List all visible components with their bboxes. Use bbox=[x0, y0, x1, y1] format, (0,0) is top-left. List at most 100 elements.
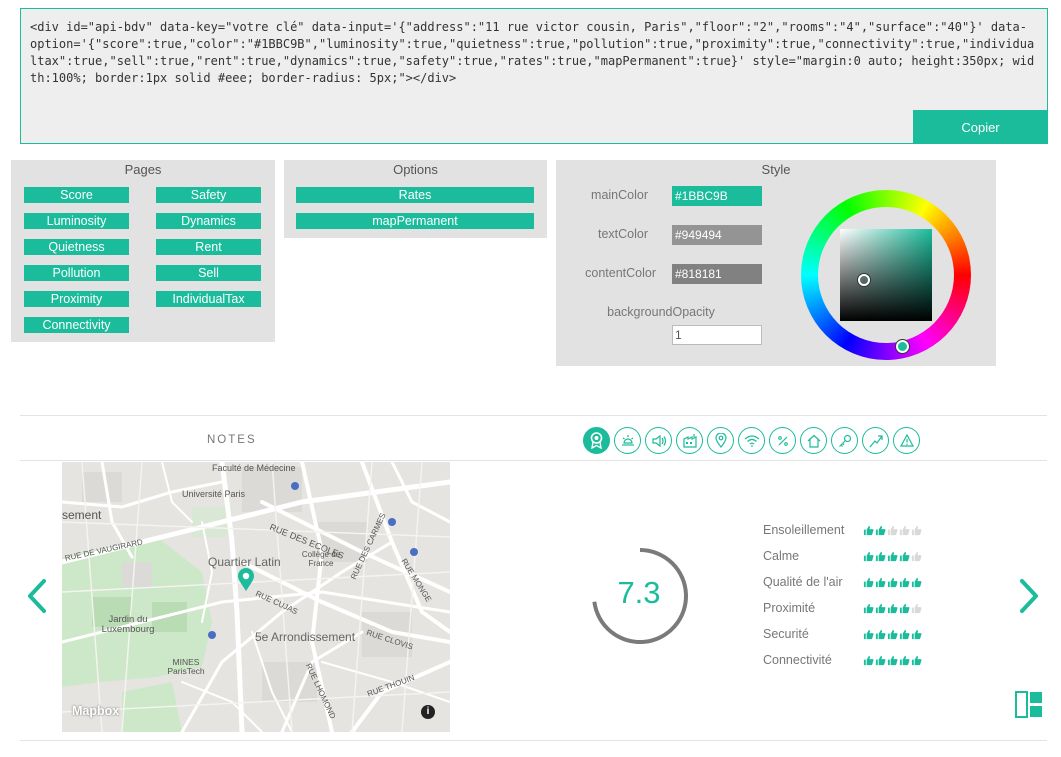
thumb-icon bbox=[887, 603, 898, 617]
next-arrow-icon[interactable] bbox=[1018, 578, 1040, 621]
content-color-label: contentColor bbox=[585, 266, 656, 280]
thumb-icon bbox=[911, 629, 922, 643]
thumb-icon bbox=[887, 525, 898, 539]
thumb-icon bbox=[911, 577, 922, 591]
rating-thumbs bbox=[863, 629, 922, 643]
map-label-jardin: Jardin du Luxembourg bbox=[101, 614, 155, 635]
thumb-icon bbox=[887, 551, 898, 565]
background-opacity-input[interactable] bbox=[672, 325, 762, 345]
options-panel: Options Rates mapPermanent bbox=[284, 160, 547, 238]
thumb-icon bbox=[863, 603, 874, 617]
criteria-label: Connectivité bbox=[763, 653, 832, 667]
toggle-mappermanent[interactable]: mapPermanent bbox=[296, 213, 534, 229]
map-label-mines: MINES ParisTech bbox=[167, 657, 205, 676]
thumb-icon bbox=[863, 655, 874, 669]
tax-icon[interactable] bbox=[769, 427, 796, 454]
color-picker[interactable] bbox=[801, 190, 971, 360]
embed-code-text[interactable]: <div id="api-bdv" data-key="votre clé" d… bbox=[30, 19, 1040, 87]
thumb-icon bbox=[911, 551, 922, 565]
previous-arrow-icon[interactable] bbox=[26, 578, 48, 621]
thumb-icon bbox=[899, 525, 910, 539]
toggle-rates[interactable]: Rates bbox=[296, 187, 534, 203]
toggle-score[interactable]: Score bbox=[24, 187, 129, 203]
thumb-icon bbox=[899, 603, 910, 617]
map-label-universite: Université Paris bbox=[182, 489, 246, 499]
rating-thumbs bbox=[863, 603, 922, 617]
thumb-icon bbox=[911, 525, 922, 539]
thumb-icon bbox=[899, 577, 910, 591]
notes-title: NOTES bbox=[207, 434, 257, 446]
toggle-dynamics[interactable]: Dynamics bbox=[156, 213, 261, 229]
map-info-icon[interactable]: i bbox=[421, 705, 435, 719]
thumb-icon bbox=[911, 603, 922, 617]
dynamics-icon[interactable] bbox=[862, 427, 889, 454]
quietness-icon[interactable] bbox=[645, 427, 672, 454]
thumb-icon bbox=[875, 603, 886, 617]
rating-thumbs bbox=[863, 655, 922, 669]
thumb-icon bbox=[875, 655, 886, 669]
pollution-icon[interactable] bbox=[676, 427, 703, 454]
thumb-icon bbox=[875, 577, 886, 591]
map-info-label: i bbox=[426, 706, 430, 717]
toggle-individualtax[interactable]: IndividualTax bbox=[156, 291, 261, 307]
luminosity-icon[interactable] bbox=[614, 427, 641, 454]
safety-icon[interactable] bbox=[893, 427, 920, 454]
layout-toggle-icon[interactable] bbox=[1015, 691, 1043, 718]
sell-icon[interactable] bbox=[800, 427, 827, 454]
criteria-label: Proximité bbox=[763, 601, 816, 615]
style-panel: Style mainColor textColor contentColor b… bbox=[556, 160, 996, 366]
toggle-safety[interactable]: Safety bbox=[156, 187, 261, 203]
criteria-label: Ensoleillement bbox=[763, 523, 845, 537]
copy-button[interactable]: Copier bbox=[913, 110, 1048, 144]
thumb-icon bbox=[887, 629, 898, 643]
thumb-icon bbox=[863, 577, 874, 591]
score-value: 7.3 bbox=[617, 575, 661, 610]
rating-thumbs bbox=[863, 551, 922, 565]
toggle-proximity[interactable]: Proximity bbox=[24, 291, 129, 307]
rent-icon[interactable] bbox=[831, 427, 858, 454]
divider-top bbox=[20, 415, 1047, 416]
map[interactable]: Faculté de Médecine Université Paris sem… bbox=[62, 462, 450, 732]
toggle-luminosity[interactable]: Luminosity bbox=[24, 213, 129, 229]
saturation-handle[interactable] bbox=[858, 274, 870, 286]
text-color-label: textColor bbox=[597, 227, 648, 241]
main-color-label: mainColor bbox=[591, 188, 648, 202]
mapbox-logo[interactable]: Mapbox bbox=[72, 704, 119, 718]
toggle-rent[interactable]: Rent bbox=[156, 239, 261, 255]
toggle-sell[interactable]: Sell bbox=[156, 265, 261, 281]
map-label-arrondissement: 5e Arrondissement bbox=[254, 630, 356, 644]
connectivity-icon[interactable] bbox=[738, 427, 765, 454]
text-color-input[interactable] bbox=[672, 225, 762, 245]
thumb-icon bbox=[887, 655, 898, 669]
criteria-label: Qualité de l'air bbox=[763, 575, 843, 589]
score-icon[interactable] bbox=[583, 427, 610, 454]
map-label-sement: sement bbox=[62, 508, 102, 522]
thumb-icon bbox=[863, 525, 874, 539]
proximity-icon[interactable] bbox=[707, 427, 734, 454]
saturation-square[interactable] bbox=[840, 229, 932, 321]
toggle-quietness[interactable]: Quietness bbox=[24, 239, 129, 255]
content-color-input[interactable] bbox=[672, 264, 762, 284]
hue-handle[interactable] bbox=[896, 340, 909, 353]
score-gauge: 7.3 bbox=[589, 545, 691, 647]
criteria-label: Securité bbox=[763, 627, 809, 641]
thumb-icon bbox=[887, 577, 898, 591]
map-label-college: Collège de France bbox=[301, 550, 341, 568]
pages-panel: Pages Score Luminosity Quietness Polluti… bbox=[11, 160, 275, 342]
rating-thumbs bbox=[863, 577, 922, 591]
main-color-input[interactable] bbox=[672, 186, 762, 206]
toggle-connectivity[interactable]: Connectivity bbox=[24, 317, 129, 333]
location-marker-icon[interactable] bbox=[237, 568, 255, 592]
category-icon-row bbox=[583, 427, 920, 454]
divider-header bbox=[20, 460, 1047, 461]
thumb-icon bbox=[899, 551, 910, 565]
toggle-pollution[interactable]: Pollution bbox=[24, 265, 129, 281]
thumb-icon bbox=[875, 551, 886, 565]
thumb-icon bbox=[911, 655, 922, 669]
rating-thumbs bbox=[863, 525, 922, 539]
thumb-icon bbox=[899, 629, 910, 643]
thumb-icon bbox=[863, 629, 874, 643]
thumb-icon bbox=[875, 525, 886, 539]
embed-code-box[interactable]: <div id="api-bdv" data-key="votre clé" d… bbox=[20, 8, 1048, 144]
pages-title: Pages bbox=[124, 162, 162, 177]
